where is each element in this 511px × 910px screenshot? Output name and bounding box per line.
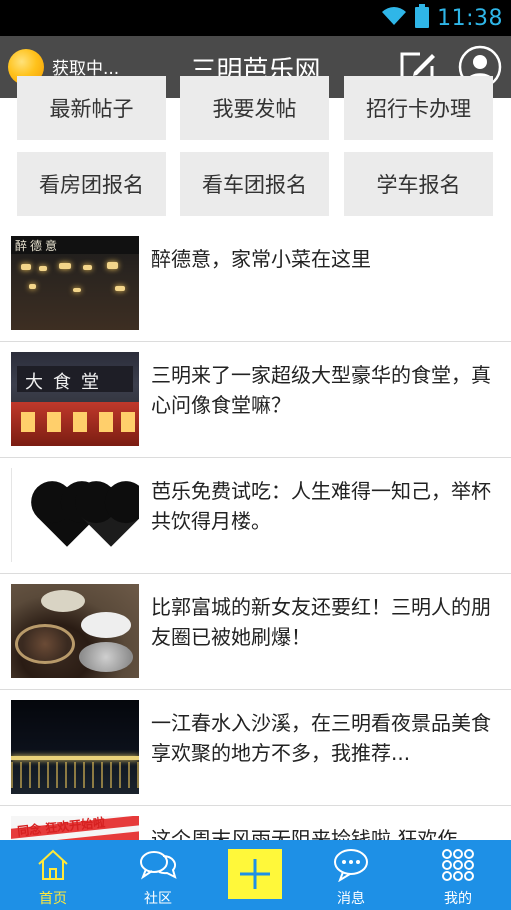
home-icon [38, 849, 68, 880]
thumbnail-sign-text: 大食堂 [25, 372, 109, 393]
list-item[interactable]: 芭乐免费试吃：人生难得一知己，举杯共饮得月楼。 [0, 458, 511, 574]
article-list: 醉德意 醉德意，家常小菜在这里 大食堂 三明来了一家超级大型豪华的食堂，真心问像… [0, 226, 511, 840]
article-thumbnail [11, 584, 139, 678]
driving-school-signup-button[interactable]: 学车报名 [344, 152, 493, 216]
wifi-icon [381, 5, 407, 31]
post-button[interactable] [228, 849, 282, 899]
article-thumbnail [11, 468, 139, 562]
house-tour-signup-button[interactable]: 看房团报名 [17, 152, 166, 216]
tab-community[interactable]: 社区 [108, 840, 208, 910]
list-item[interactable]: 醉德意 醉德意，家常小菜在这里 [0, 226, 511, 342]
grid-dots-icon [442, 849, 474, 881]
bottom-navigation: 首页 社区 消息 我的 [0, 840, 511, 910]
list-item[interactable]: 同念 狂欢开始啦 这个周末风雨无阻来捡钱啦 狂欢作 [0, 806, 511, 840]
list-item[interactable]: 大食堂 三明来了一家超级大型豪华的食堂，真心问像食堂嘛？ [0, 342, 511, 458]
tab-label: 社区 [144, 891, 172, 907]
car-tour-signup-button[interactable]: 看车团报名 [180, 152, 329, 216]
bank-card-button[interactable]: 招行卡办理 [344, 76, 493, 140]
article-title[interactable]: 醉德意，家常小菜在这里 [151, 244, 501, 274]
thumbnail-sign-text: 醉德意 [15, 239, 61, 253]
tab-label: 首页 [39, 891, 67, 907]
article-title[interactable]: 芭乐免费试吃：人生难得一知己，举杯共饮得月楼。 [151, 476, 501, 536]
article-title[interactable]: 比郭富城的新女友还要红！三明人的朋友圈已被她刷爆！ [151, 592, 501, 652]
new-post-button[interactable]: 我要发帖 [180, 76, 329, 140]
plus-icon [240, 859, 270, 889]
article-title[interactable]: 这个周末风雨无阻来捡钱啦 狂欢作 [151, 824, 501, 840]
article-thumbnail: 同念 狂欢开始啦 [11, 816, 139, 840]
list-item[interactable]: 一江春水入沙溪，在三明看夜景品美食享欢聚的地方不多，我推荐... [0, 690, 511, 806]
list-item[interactable]: 比郭富城的新女友还要红！三明人的朋友圈已被她刷爆！ [0, 574, 511, 690]
tab-label: 我的 [444, 891, 472, 907]
tab-messages[interactable]: 消息 [301, 840, 401, 910]
latest-posts-button[interactable]: 最新帖子 [17, 76, 166, 140]
battery-icon [415, 4, 430, 32]
status-icons: 11:38 [381, 0, 503, 36]
tab-label: 消息 [337, 891, 365, 907]
quick-action-grid: 最新帖子 我要发帖 招行卡办理 看房团报名 看车团报名 学车报名 [0, 76, 511, 226]
message-icon [334, 849, 368, 882]
tab-home[interactable]: 首页 [3, 840, 103, 910]
tab-me[interactable]: 我的 [408, 840, 508, 910]
status-bar: 11:38 [0, 0, 511, 36]
article-thumbnail: 醉德意 [11, 236, 139, 330]
article-thumbnail: 大食堂 [11, 352, 139, 446]
article-title[interactable]: 三明来了一家超级大型豪华的食堂，真心问像食堂嘛？ [151, 360, 501, 420]
clock: 11:38 [437, 5, 503, 31]
chat-bubbles-icon [140, 851, 177, 880]
article-thumbnail [11, 700, 139, 794]
article-title[interactable]: 一江春水入沙溪，在三明看夜景品美食享欢聚的地方不多，我推荐... [151, 708, 501, 768]
